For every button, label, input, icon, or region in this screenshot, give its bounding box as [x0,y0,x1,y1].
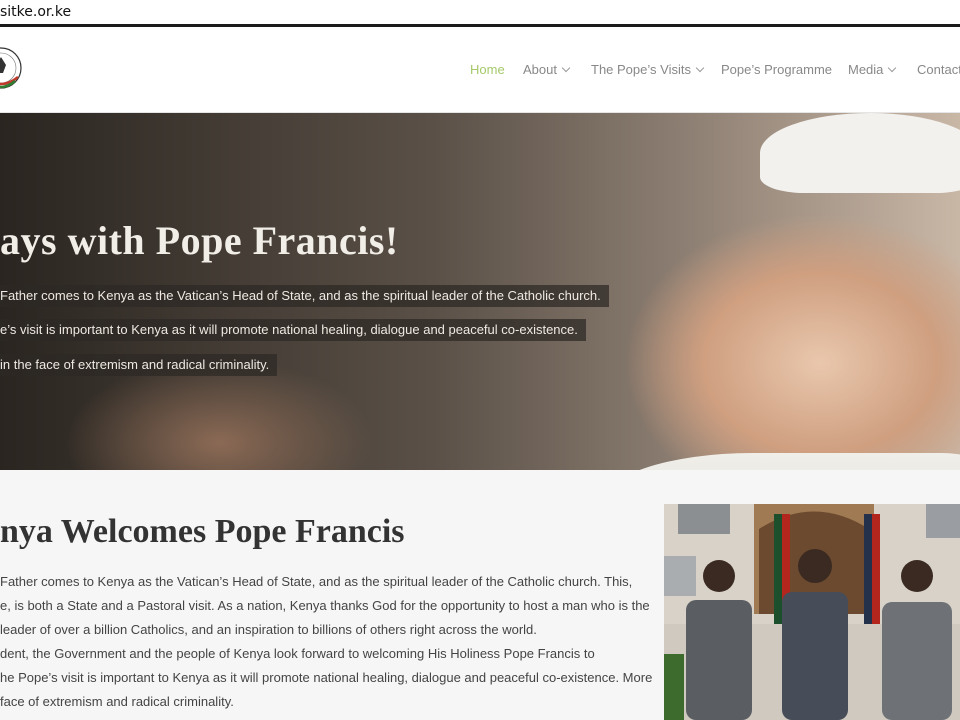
nav-item-about[interactable]: About [523,62,571,77]
paragraph-line: Father comes to Kenya as the Vatican’s H… [0,574,633,589]
nav-item-popes-programme[interactable]: Pope’s Programme [721,62,832,77]
delegation-photo [664,504,960,720]
paragraph-line: dent, the Government and the people of K… [0,646,595,661]
nav-label: The Pope’s Visits [591,62,691,77]
chevron-down-icon [561,63,571,73]
nav-item-popes-visits[interactable]: The Pope’s Visits [591,62,705,77]
nav-label: Contact [917,62,960,77]
hero-image-zucchetto [760,113,960,193]
chevron-down-icon [888,63,897,73]
hero-title: ays with Pope Francis! [0,218,399,263]
url-text[interactable]: sitke.or.ke [0,4,71,20]
nav-label: Pope’s Programme [721,62,833,77]
hero-line: Father comes to Kenya as the Vatican’s H… [0,285,609,307]
nav-item-home[interactable]: Home [470,62,505,77]
site-header: Home About The Pope’s Visits Pope’s Prog… [0,27,960,113]
paragraph-line: leader of over a billion Catholics, and … [0,622,537,637]
nav-label: Media [848,62,884,77]
nav-item-media[interactable]: Media [848,62,897,77]
main-nav: Home About The Pope’s Visits Pope’s Prog… [0,62,960,82]
chevron-down-icon [695,63,705,73]
browser-url-bar[interactable]: sitke.or.ke [0,0,960,27]
paragraph-line: he Pope’s visit is important to Kenya as… [0,670,653,685]
hero-image-cassock [600,453,960,470]
intro-paragraph: Father comes to Kenya as the Vatican’s H… [0,570,653,714]
nav-item-contact[interactable]: Contact [917,62,960,77]
paragraph-line: e, is both a State and a Pastoral visit.… [0,598,650,613]
page-title: nya Welcomes Pope Francis [0,513,405,550]
hero-line: e’s visit is important to Kenya as it wi… [0,319,586,341]
nav-label: About [523,62,557,77]
hero-line: in the face of extremism and radical cri… [0,354,278,376]
nav-label: Home [470,62,505,77]
paragraph-line: face of extremism and radical criminalit… [0,694,234,709]
